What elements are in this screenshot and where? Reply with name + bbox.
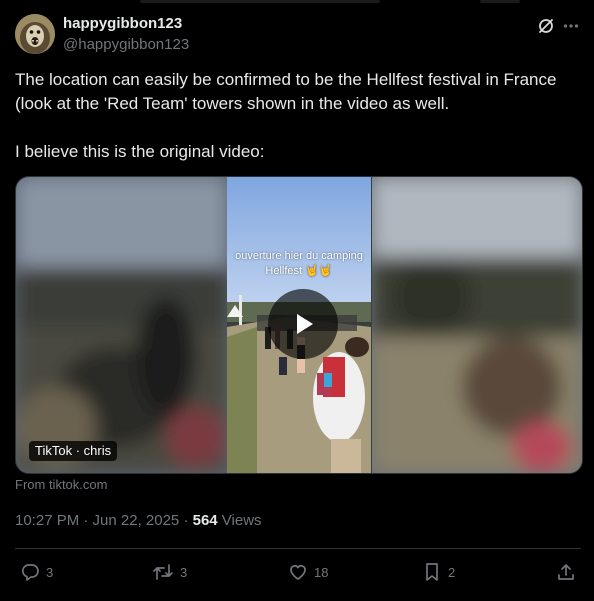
play-button[interactable] bbox=[268, 289, 338, 359]
grok-icon[interactable] bbox=[536, 16, 556, 36]
top-edge-segment bbox=[140, 0, 380, 3]
top-edge-segment bbox=[480, 0, 520, 3]
blurred-backdrop-left bbox=[16, 177, 227, 473]
bookmark-icon bbox=[426, 563, 438, 581]
share-button[interactable] bbox=[556, 561, 576, 583]
tweet-paragraph: The location can easily be confirmed to … bbox=[15, 70, 557, 113]
avatar[interactable] bbox=[15, 14, 55, 54]
blurred-backdrop-right bbox=[372, 177, 582, 473]
repost-icon bbox=[153, 564, 173, 580]
bookmark-count: 2 bbox=[448, 564, 456, 580]
reply-button[interactable]: 3 bbox=[20, 561, 53, 583]
more-icon[interactable] bbox=[561, 16, 581, 36]
top-edge bbox=[0, 0, 594, 8]
like-count: 18 bbox=[314, 564, 329, 580]
repost-count: 3 bbox=[180, 564, 188, 580]
tweet-text: The location can easily be confirmed to … bbox=[15, 68, 580, 164]
heart-icon bbox=[290, 565, 306, 580]
tweet-paragraph: I believe this is the original video: bbox=[15, 142, 265, 161]
bookmark-button[interactable]: 2 bbox=[422, 561, 455, 583]
author-display-name[interactable]: happygibbon123 bbox=[63, 15, 182, 32]
gibbon-avatar-image bbox=[15, 14, 55, 54]
tweet-meta: 10:27 PM · Jun 22, 2025 · 564 Views bbox=[15, 512, 262, 529]
timestamp[interactable]: 10:27 PM · Jun 22, 2025 · bbox=[15, 512, 193, 529]
play-icon bbox=[297, 314, 313, 334]
video-caption: ouverture hier du camping Hellfest 🤘🤘 bbox=[235, 250, 363, 277]
reply-icon bbox=[21, 564, 39, 581]
video-media[interactable]: ouverture hier du camping Hellfest 🤘🤘 Ti… bbox=[15, 176, 583, 474]
repost-button[interactable]: 3 bbox=[152, 561, 187, 583]
media-source-badge: TikTok · chris bbox=[29, 441, 118, 461]
like-button[interactable]: 18 bbox=[288, 561, 328, 583]
reply-count: 3 bbox=[46, 564, 54, 580]
source-link[interactable]: From tiktok.com bbox=[15, 477, 107, 492]
share-icon bbox=[558, 564, 574, 580]
divider bbox=[15, 548, 581, 549]
author-handle[interactable]: @happygibbon123 bbox=[63, 36, 189, 53]
views-count: 564 bbox=[192, 512, 218, 529]
views-label: Views bbox=[217, 512, 262, 529]
